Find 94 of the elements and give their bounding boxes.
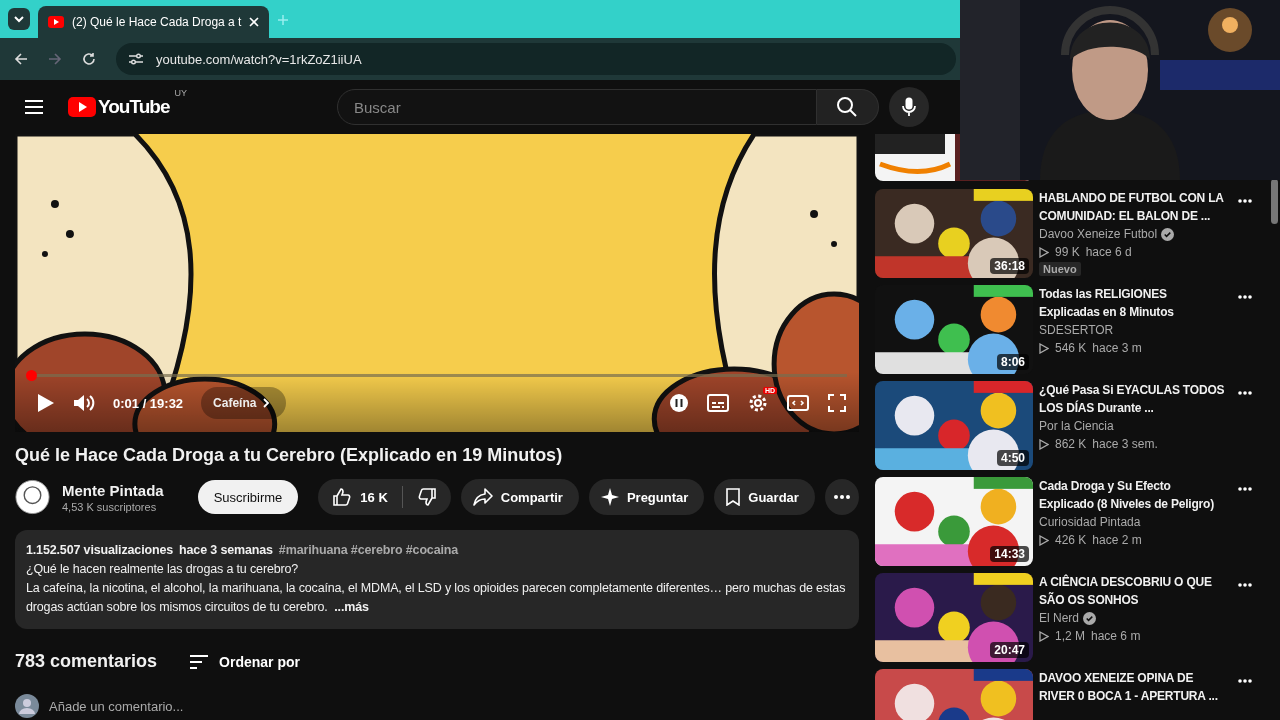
play-logo-icon[interactable]	[68, 97, 96, 117]
channel-name[interactable]: El Nerd	[1039, 611, 1079, 625]
channel-name[interactable]: Curiosidad Pintada	[1039, 515, 1141, 529]
more-icon	[833, 495, 850, 499]
logo-text[interactable]: YouTube	[98, 96, 170, 118]
menu-icon[interactable]	[24, 99, 44, 115]
chevron-down-icon	[13, 13, 25, 25]
upload-age: hace 6 m	[1091, 629, 1141, 643]
fullscreen-icon[interactable]	[827, 393, 847, 413]
back-icon[interactable]	[14, 52, 28, 66]
search-field[interactable]: Buscar	[336, 89, 817, 125]
play-icon[interactable]	[37, 393, 55, 413]
country-code: UY	[174, 88, 187, 98]
share-button[interactable]: Compartir	[460, 479, 579, 515]
voice-search-button[interactable]	[888, 87, 929, 127]
video-duration: 4:50	[996, 450, 1029, 466]
autoplay-toggle-icon[interactable]	[669, 393, 689, 413]
video-duration: 36:18	[990, 258, 1029, 274]
upload-date: hace 3 semanas	[179, 542, 273, 559]
play-logo-icon	[48, 16, 64, 28]
address-bar[interactable]: youtube.com/watch?v=1rkZoZ1iiUA	[116, 43, 956, 75]
site-settings-icon[interactable]	[128, 52, 144, 66]
thumbs-up-icon	[332, 487, 353, 507]
chapter-button[interactable]: Cafeína	[201, 387, 287, 419]
view-count: 426 K	[1055, 533, 1087, 547]
video-duration: 20:47	[990, 642, 1029, 658]
upload-age: hace 3 m	[1092, 341, 1142, 355]
video-title[interactable]: A CIÊNCIA DESCOBRIU O QUE SÃO OS SONHOS	[1039, 573, 1228, 609]
channel-name[interactable]: Por la Ciencia	[1039, 419, 1114, 433]
channel-name[interactable]: SDESERTOR	[1039, 323, 1114, 337]
video-title[interactable]: Todas las RELIGIONES Explicadas en 8 Minutos	[1039, 285, 1228, 321]
play-outline-icon	[1039, 534, 1049, 546]
save-button[interactable]: Guardar	[714, 479, 815, 515]
more-icon	[1238, 199, 1253, 203]
more-icon	[1238, 583, 1253, 587]
bookmark-icon	[726, 488, 741, 506]
video-title: Qué le Hace Cada Droga a tu Cerebro (Explicado en 19 Minutos)	[15, 445, 564, 466]
video-title[interactable]: ¿Qué Pasa Si EYACULAS TODOS LOS DÍAS Durante ...	[1039, 381, 1228, 417]
sparkle-icon	[600, 488, 619, 506]
time-display: 0:01 / 19:32	[113, 395, 184, 411]
scrollbar[interactable]	[1271, 179, 1279, 224]
theater-mode-icon[interactable]	[787, 395, 809, 411]
play-outline-icon	[1039, 438, 1049, 450]
more-icon	[1238, 487, 1253, 491]
microphone-icon	[901, 97, 916, 117]
chevron-right-icon	[262, 397, 271, 409]
play-outline-icon	[1039, 630, 1049, 642]
comment-field[interactable]: Añade un comentario...	[49, 698, 449, 714]
comment-count: 783 comentarios	[15, 651, 158, 672]
new-badge: Nuevo	[1039, 262, 1081, 276]
upload-age: hace 2 m	[1092, 533, 1142, 547]
channel-name[interactable]: Mente Pintada	[62, 481, 164, 499]
user-avatar-icon	[15, 694, 39, 718]
video-duration: 8:06	[996, 354, 1029, 370]
volume-icon[interactable]	[73, 393, 95, 413]
more-icon	[1238, 295, 1253, 299]
description-headline: ¿Qué le hacen realmente las drogas a tu cerebro?	[26, 561, 300, 578]
video-duration: 14:33	[990, 546, 1029, 562]
channel-avatar-icon[interactable]	[15, 478, 50, 516]
more-button[interactable]	[824, 479, 859, 515]
video-title[interactable]: HABLANDO DE FUTBOL CON LA COMUNIDAD: EL BALON DE ...	[1039, 189, 1228, 225]
upload-age: hace 3 sem.	[1092, 437, 1158, 451]
sort-icon	[189, 653, 210, 670]
video-title[interactable]: Cada Droga y Su Efecto Explicado (8 Niveles de Peligro)	[1039, 477, 1228, 513]
view-count: 1,2 M	[1055, 629, 1085, 643]
description-panel[interactable]	[15, 530, 859, 629]
settings-icon[interactable]	[747, 392, 769, 414]
share-arrow-icon	[472, 488, 493, 506]
view-count: 1.152.507 visualizaciones	[26, 542, 174, 559]
search-icon	[836, 96, 859, 118]
reload-icon[interactable]	[82, 52, 96, 66]
play-outline-icon	[1039, 342, 1049, 354]
more-icon	[1238, 391, 1253, 395]
channel-name[interactable]: Davoo Xeneize Futbol	[1039, 227, 1158, 241]
more-icon	[1238, 679, 1253, 683]
browser-tab[interactable]: (2) Qué le Hace Cada Droga a t	[38, 6, 270, 38]
close-icon[interactable]	[249, 17, 260, 27]
search-button[interactable]	[816, 89, 879, 125]
show-more-link[interactable]: ...más	[334, 600, 369, 614]
hashtags[interactable]: #marihuana #cerebro #cocaina	[278, 541, 459, 560]
play-outline-icon	[1039, 246, 1049, 258]
view-count: 99 K	[1055, 245, 1080, 259]
subtitles-icon[interactable]	[707, 394, 729, 412]
tab-list-button[interactable]	[8, 8, 30, 30]
subscriber-count: 4,53 K suscriptores	[62, 500, 158, 513]
thumbs-down-icon	[416, 487, 437, 507]
ask-button[interactable]: Preguntar	[588, 479, 705, 515]
view-count: 546 K	[1055, 341, 1087, 355]
view-count: 862 K	[1055, 437, 1087, 451]
subscribe-button[interactable]: Suscribirme	[197, 480, 299, 514]
video-title[interactable]: DAVOO XENEIZE OPINA DE RIVER 0 BOCA 1 - APERTURA ...	[1039, 669, 1228, 705]
upload-age: hace 6 d	[1085, 245, 1132, 259]
sort-button[interactable]: Ordenar por	[189, 653, 300, 670]
description-text: La cafeína, la nicotina, el alcohol, la marihuana, la cocaína, el MDMA, el LSD y los opioides parecen completamente diferentes… pero muchas de estas drogas actúan sobre los mismos circuitos de tu cerebro. ...más	[26, 580, 847, 616]
